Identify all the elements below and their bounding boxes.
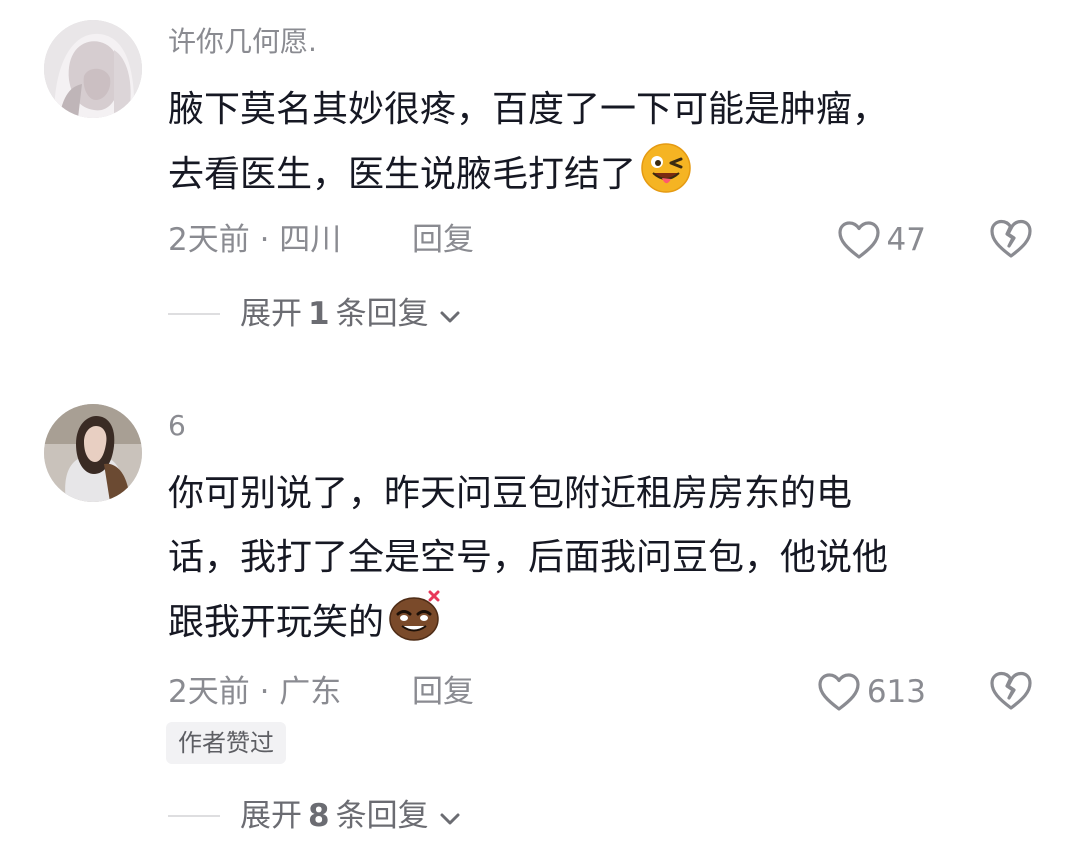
chevron-down-icon xyxy=(439,794,461,838)
comment-text: 腋下莫名其妙很疼，百度了一下可能是肿瘤， 去看医生，医生说腋毛打结了 xyxy=(168,78,1028,215)
like-button[interactable]: 613 xyxy=(817,670,926,714)
heart-outline-icon xyxy=(837,220,881,260)
comment-line: 话，我打了全是空号，后面我问豆包，他说他 xyxy=(168,537,889,578)
timestamp-location: 2天前 · 广东 xyxy=(168,674,342,710)
expand-replies-button[interactable]: 展开 1 条回复 xyxy=(168,292,461,336)
comment-line-text: 去看医生，医生说腋毛打结了 xyxy=(168,154,637,195)
author-liked-badge: 作者赞过 xyxy=(166,722,286,764)
dislike-button[interactable] xyxy=(988,218,1034,262)
username[interactable]: 许你几何愿. xyxy=(168,22,317,62)
expand-suffix: 条回复 xyxy=(335,798,429,834)
like-count: 47 xyxy=(886,222,926,258)
like-button[interactable]: 47 xyxy=(837,218,926,262)
dislike-button[interactable] xyxy=(988,670,1034,714)
like-count: 613 xyxy=(866,674,926,710)
reply-button[interactable]: 回复 xyxy=(412,670,474,714)
reply-count: 8 xyxy=(308,798,330,834)
comment-line: 腋下莫名其妙很疼，百度了一下可能是肿瘤， xyxy=(168,89,889,130)
expand-suffix: 条回复 xyxy=(335,296,429,332)
broken-heart-icon xyxy=(988,671,1034,716)
divider xyxy=(168,815,220,817)
timestamp-location: 2天前 · 四川 xyxy=(168,222,342,258)
avatar[interactable] xyxy=(44,404,142,502)
username[interactable]: 6 xyxy=(168,406,186,446)
wink-tongue-emoji xyxy=(640,142,692,215)
comment-line: 去看医生，医生说腋毛打结了 xyxy=(168,142,1028,215)
comment-line: 你可别说了，昨天问豆包附近租房房东的电 xyxy=(168,473,853,514)
expand-replies-button[interactable]: 展开 8 条回复 xyxy=(168,794,461,838)
comment-line-text: 跟我开玩笑的 xyxy=(168,602,385,643)
heart-outline-icon xyxy=(817,672,861,712)
broken-heart-icon xyxy=(988,219,1034,264)
chevron-down-icon xyxy=(439,292,461,336)
reply-button[interactable]: 回复 xyxy=(412,218,474,262)
expand-prefix: 展开 xyxy=(240,296,302,332)
smug-bean-emoji xyxy=(388,590,444,663)
comment-line: 跟我开玩笑的 xyxy=(168,590,1028,663)
expand-prefix: 展开 xyxy=(240,798,302,834)
reply-count: 1 xyxy=(308,296,330,332)
avatar[interactable] xyxy=(44,20,142,118)
divider xyxy=(168,313,220,315)
comment-text: 你可别说了，昨天问豆包附近租房房东的电 话，我打了全是空号，后面我问豆包，他说他… xyxy=(168,462,1028,663)
